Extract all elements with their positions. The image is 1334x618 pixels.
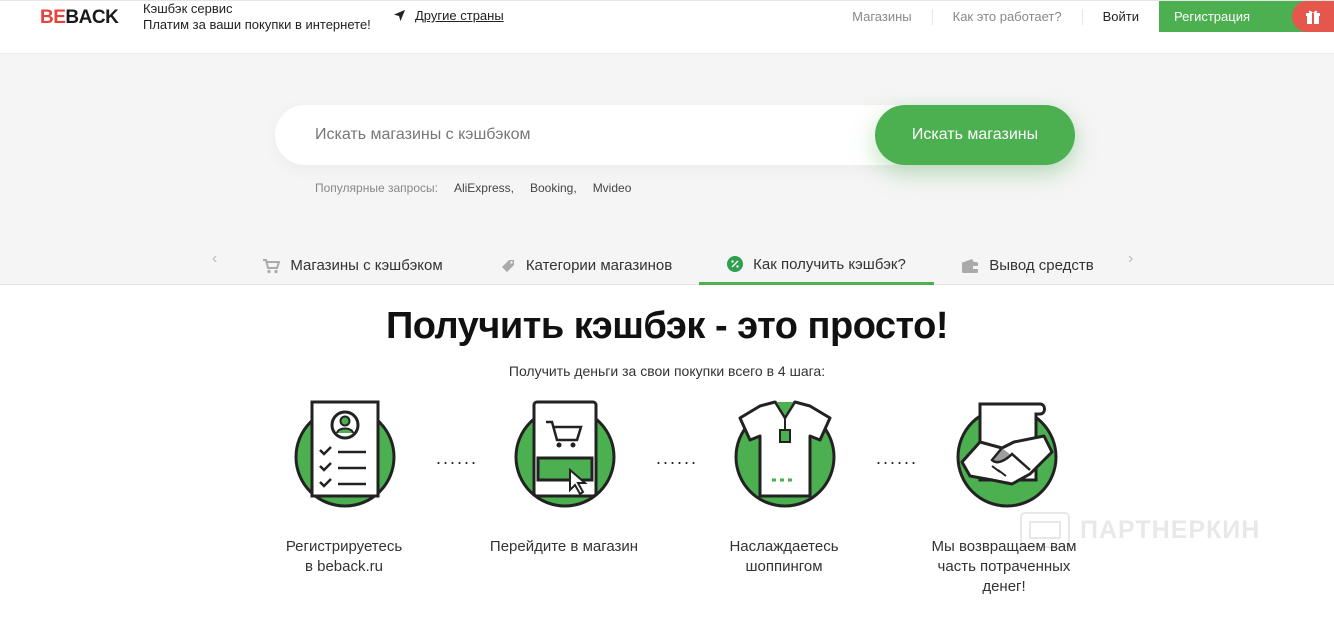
popular-queries: Популярные запросы: AliExpress, Booking,… bbox=[315, 181, 632, 195]
step-separator-dots: ...... bbox=[876, 448, 919, 468]
step-label-shopping: Наслаждаетесь шоппингом bbox=[729, 538, 839, 575]
percent-icon bbox=[727, 256, 744, 272]
tagline: Кэшбэк сервис Платим за ваши покупки в и… bbox=[143, 1, 371, 32]
step-separator-dots: ...... bbox=[436, 448, 479, 468]
search-button[interactable]: Искать магазины bbox=[875, 105, 1075, 165]
logo[interactable]: BEBACK bbox=[40, 7, 119, 29]
watermark-logo-icon bbox=[1020, 512, 1070, 548]
gift-icon[interactable] bbox=[1292, 1, 1334, 32]
tab-withdrawal[interactable]: Вывод средств bbox=[950, 246, 1105, 285]
nav-shops[interactable]: Магазины bbox=[832, 8, 933, 25]
popular-query-mvideo[interactable]: Mvideo bbox=[593, 181, 632, 195]
section-tabs: ‹ Магазины с кэшбэком Категории магазино… bbox=[0, 246, 1334, 285]
top-nav: Магазины Как это работает? Войти Регистр… bbox=[832, 1, 1334, 32]
page-subtitle: Получить деньги за свои покупки всего в … bbox=[508, 363, 826, 379]
watermark: ПАРТНЕРКИН bbox=[1020, 512, 1260, 548]
online-shop-icon bbox=[514, 400, 616, 508]
step-separator-dots: ...... bbox=[656, 448, 699, 468]
registration-form-icon bbox=[294, 400, 396, 508]
search-input[interactable] bbox=[275, 105, 875, 165]
nav-how-it-works[interactable]: Как это работает? bbox=[933, 8, 1083, 25]
page-title: Получить кэшбэк - это просто! bbox=[385, 305, 949, 347]
register-button[interactable]: Регистрация bbox=[1159, 1, 1334, 32]
tabs-next-arrow-icon[interactable]: › bbox=[1128, 250, 1133, 268]
popular-query-aliexpress[interactable]: AliExpress, bbox=[454, 181, 514, 195]
other-countries-link[interactable]: Другие страны bbox=[393, 8, 504, 23]
step-label-go-to-shop: Перейдите в магазин bbox=[489, 538, 639, 555]
step-label-register: Регистрируетесь в beback.ru bbox=[285, 538, 403, 575]
tab-cashback-shops[interactable]: Магазины с кэшбэком bbox=[245, 246, 460, 285]
wallet-icon bbox=[962, 258, 979, 273]
tab-shop-categories[interactable]: Категории магазинов bbox=[480, 246, 692, 285]
tab-how-to-get-cashback[interactable]: Как получить кэшбэк? bbox=[699, 246, 934, 285]
tag-icon bbox=[501, 259, 514, 272]
header: BEBACK Кэшбэк сервис Платим за ваши поку… bbox=[0, 0, 1334, 54]
login-link[interactable]: Войти bbox=[1083, 9, 1159, 25]
search-box: Искать магазины bbox=[275, 105, 1075, 165]
cart-icon bbox=[263, 258, 281, 273]
handshake-money-icon bbox=[956, 402, 1058, 508]
location-arrow-icon bbox=[393, 9, 406, 22]
popular-query-booking[interactable]: Booking, bbox=[530, 181, 577, 195]
tabs-prev-arrow-icon[interactable]: ‹ bbox=[212, 250, 217, 268]
shirt-shopping-icon bbox=[734, 400, 836, 508]
hero-section: Искать магазины Популярные запросы: AliE… bbox=[0, 54, 1334, 285]
